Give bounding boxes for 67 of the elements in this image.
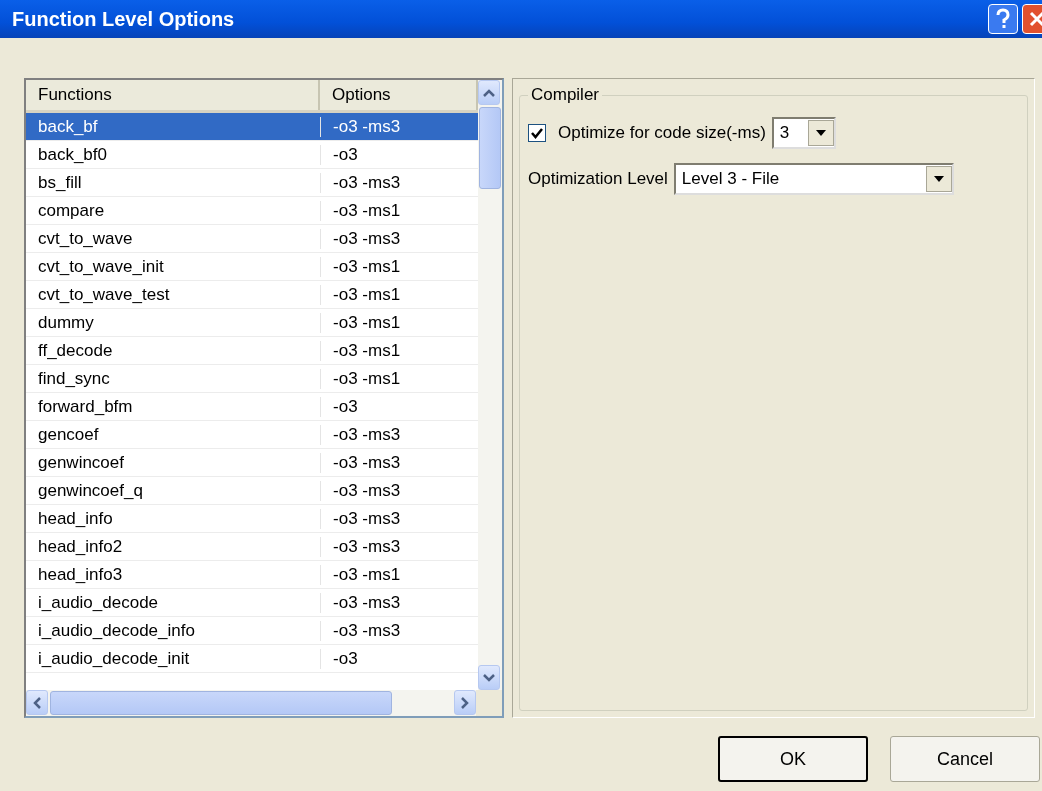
function-name: head_info2 [37, 536, 124, 557]
function-row[interactable]: find_sync -o3 -ms1 [26, 365, 478, 393]
function-row[interactable]: cvt_to_wave_init -o3 -ms1 [26, 253, 478, 281]
function-row[interactable]: head_info2 -o3 -ms3 [26, 533, 478, 561]
scroll-thumb[interactable] [479, 107, 501, 189]
function-row[interactable]: ff_decode -o3 -ms1 [26, 337, 478, 365]
function-row[interactable]: forward_bfm -o3 [26, 393, 478, 421]
function-row[interactable]: back_bf0 -o3 [26, 141, 478, 169]
function-row[interactable]: dummy -o3 -ms1 [26, 309, 478, 337]
scroll-right-button[interactable] [454, 690, 476, 715]
function-name: find_sync [37, 368, 111, 389]
function-row[interactable]: head_info -o3 -ms3 [26, 505, 478, 533]
function-row[interactable]: gencoef -o3 -ms3 [26, 421, 478, 449]
column-header[interactable]: Functions [26, 80, 321, 110]
scroll-up-button[interactable] [478, 80, 500, 105]
level-dropdown[interactable]: Level 3 - File [673, 163, 954, 195]
check-icon [531, 127, 543, 139]
cancel-button[interactable]: Cancel [890, 736, 1040, 782]
function-row[interactable]: i_audio_decode_info -o3 -ms3 [26, 617, 478, 645]
scrollbar-corner [476, 690, 502, 716]
function-row[interactable]: back_bf -o3 -ms3 [26, 113, 478, 141]
function-name: genwincoef [37, 452, 125, 473]
function-name: i_audio_decode_info [37, 620, 196, 641]
function-name: compare [37, 200, 106, 221]
function-name: gencoef [37, 424, 100, 445]
function-name: back_bf0 [37, 144, 108, 165]
function-row[interactable]: cvt_to_wave -o3 -ms3 [26, 225, 478, 253]
function-row[interactable]: head_info3 -o3 -ms1 [26, 561, 478, 589]
size-dropdown[interactable]: 3 [771, 117, 836, 149]
function-name: i_audio_decode [37, 592, 160, 613]
close-icon [1028, 10, 1042, 28]
group-title: Compiler [530, 85, 601, 105]
function-row[interactable]: compare -o3 -ms1 [26, 197, 478, 225]
function-row[interactable]: genwincoef -o3 -ms3 [26, 449, 478, 477]
horizontal-scrollbar[interactable] [26, 690, 502, 716]
function-name: head_info [37, 508, 114, 529]
scroll-thumb[interactable] [50, 691, 392, 715]
question-mark-icon [994, 8, 1012, 30]
help-button[interactable] [988, 4, 1018, 34]
vertical-scrollbar[interactable] [478, 80, 502, 690]
ok-button[interactable]: OK [718, 736, 868, 782]
checkbox-label: Optimize for code size(-ms) [558, 123, 766, 143]
function-name: back_bf [37, 116, 99, 137]
function-name: bs_fill [37, 172, 83, 193]
scroll-left-button[interactable] [26, 690, 48, 715]
function-name: cvt_to_wave_init [37, 256, 165, 277]
function-name: head_info3 [37, 564, 124, 585]
function-name: ff_decode [37, 340, 114, 361]
dropdown-button[interactable] [807, 120, 834, 146]
checkbox[interactable] [528, 124, 546, 142]
function-row[interactable]: bs_fill -o3 -ms3 [26, 169, 478, 197]
function-name: dummy [37, 312, 95, 333]
function-name: genwincoef_q [37, 480, 144, 501]
function-row[interactable]: genwincoef_q -o3 -ms3 [26, 477, 478, 505]
dropdown-button[interactable] [925, 166, 952, 192]
function-row[interactable]: i_audio_decode -o3 -ms3 [26, 589, 478, 617]
function-name: cvt_to_wave [37, 228, 134, 249]
window-title: Function Level Options [12, 7, 235, 31]
function-row[interactable]: i_audio_decode_init -o3 [26, 645, 478, 673]
field-label: Optimization Level [528, 169, 668, 189]
function-name: i_audio_decode_init [37, 648, 191, 669]
function-name: forward_bfm [37, 396, 134, 417]
function-row[interactable]: cvt_to_wave_test -o3 -ms1 [26, 281, 478, 309]
caret-icon [933, 176, 944, 182]
caret-icon [815, 130, 826, 136]
function-name: cvt_to_wave_test [37, 284, 171, 305]
scroll-down-button[interactable] [478, 665, 500, 690]
